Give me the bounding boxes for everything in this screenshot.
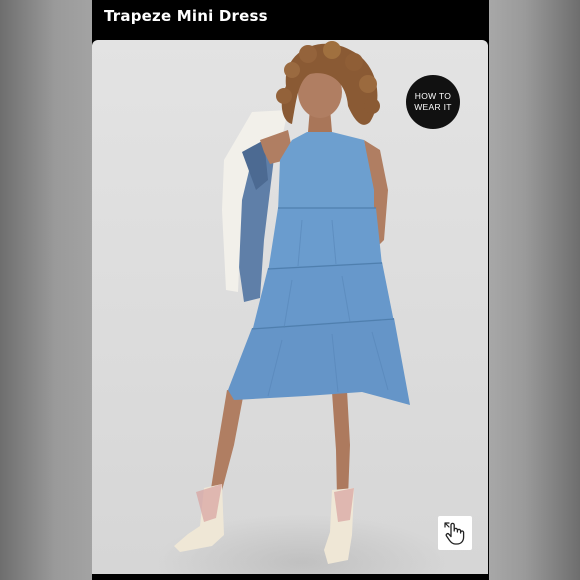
title-bar: Trapeze Mini Dress bbox=[92, 0, 489, 40]
product-image[interactable]: HOW TO WEAR IT bbox=[92, 40, 488, 574]
right-blur-border bbox=[488, 0, 580, 580]
hand-pointer-zoom-icon bbox=[444, 522, 465, 545]
product-title: Trapeze Mini Dress bbox=[104, 7, 268, 25]
dress-bodice bbox=[278, 132, 374, 212]
left-blur-border bbox=[0, 0, 92, 580]
right-leg bbox=[332, 390, 350, 498]
left-leg bbox=[210, 390, 244, 498]
how-to-wear-it-button[interactable]: HOW TO WEAR IT bbox=[406, 75, 460, 129]
dress-tier-3 bbox=[228, 318, 410, 405]
product-viewer: Trapeze Mini Dress HOW TO WEAR IT bbox=[92, 0, 489, 580]
dress-tier-1 bbox=[268, 208, 382, 272]
zoom-button[interactable] bbox=[438, 516, 472, 550]
how-to-label-line2: WEAR IT bbox=[414, 102, 452, 112]
how-to-label-line1: HOW TO bbox=[414, 91, 452, 101]
